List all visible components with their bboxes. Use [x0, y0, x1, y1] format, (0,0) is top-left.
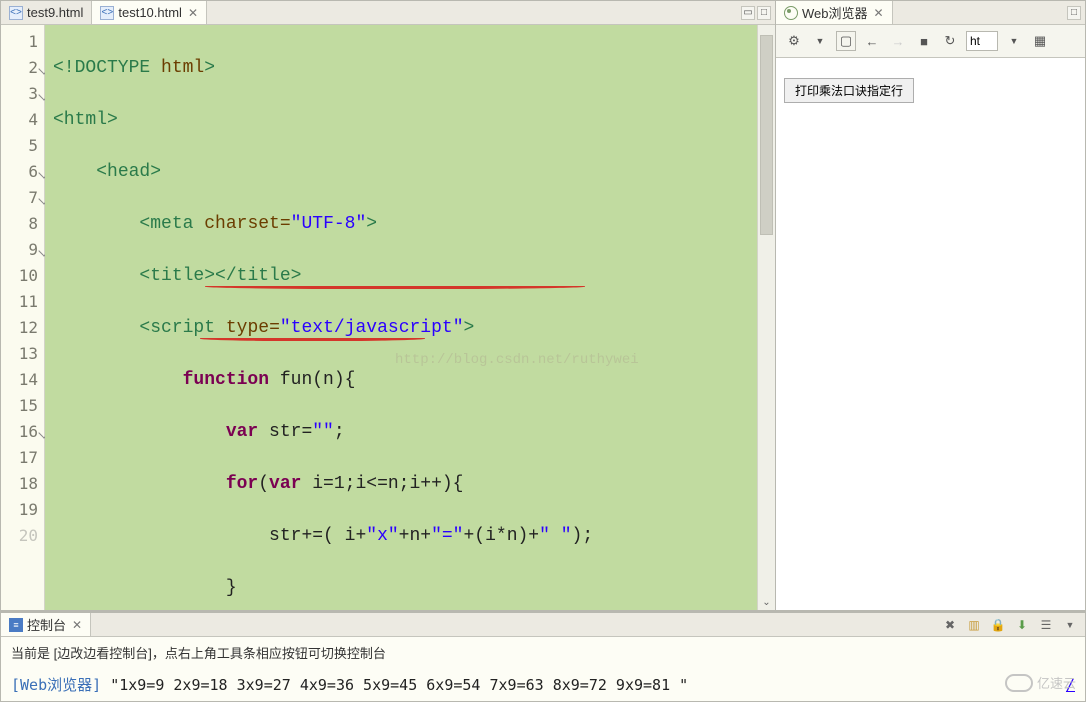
maximize-icon[interactable]: □: [757, 6, 771, 20]
tab-label: test10.html: [118, 5, 182, 20]
cloud-icon: [1005, 674, 1033, 692]
html-file-icon: <>: [100, 6, 114, 20]
editor-body[interactable]: 1234567891011121314151617181920 <!DOCTYP…: [1, 25, 775, 610]
browser-tabbar: Web浏览器 ✕ □: [776, 1, 1085, 25]
editor-pane: <> test9.html <> test10.html ✕ ▭ □ 12345…: [0, 0, 776, 611]
tab-label: test9.html: [27, 5, 83, 20]
pin-icon[interactable]: ⬇: [1013, 616, 1031, 634]
console-hint: 当前是 [边改边看控制台]，点右上角工具条相应按钮可切换控制台: [1, 637, 1085, 668]
editor-tabbar: <> test9.html <> test10.html ✕ ▭ □: [1, 1, 775, 25]
code-area[interactable]: <!DOCTYPE html> <html> <head> <meta char…: [45, 25, 775, 610]
red-underline-1: [205, 283, 585, 289]
print-multiplication-button[interactable]: 打印乘法口诀指定行: [784, 78, 914, 103]
scrollbar-thumb[interactable]: [760, 35, 773, 235]
dropdown-icon[interactable]: ▼: [1004, 31, 1024, 51]
close-icon[interactable]: ✕: [188, 6, 198, 20]
browser-content: 打印乘法口诀指定行: [776, 58, 1085, 610]
back-icon[interactable]: ←: [862, 31, 882, 51]
dropdown-icon[interactable]: ▼: [810, 31, 830, 51]
lock-icon[interactable]: 🔒: [989, 616, 1007, 634]
filter-icon[interactable]: ▥: [965, 616, 983, 634]
console-source: [Web浏览器]: [11, 676, 101, 694]
gear-icon[interactable]: ⚙: [784, 31, 804, 51]
tabbar-controls: ▭ □: [741, 6, 775, 20]
browser-tab[interactable]: Web浏览器 ✕: [776, 1, 893, 24]
console-tab[interactable]: ≡ 控制台 ✕: [1, 613, 91, 636]
menu-icon[interactable]: ▼: [1061, 616, 1079, 634]
maximize-icon[interactable]: □: [1067, 6, 1081, 20]
reload-icon[interactable]: ↻: [940, 31, 960, 51]
red-underline-2: [200, 335, 425, 341]
console-icon: ≡: [9, 618, 23, 632]
browser-tab-label: Web浏览器: [802, 3, 868, 22]
browser-toolbar: ⚙ ▼ ▢ ← → ■ ↻ ▼ ▦: [776, 25, 1085, 58]
url-input[interactable]: [966, 31, 998, 51]
line-gutter: 1234567891011121314151617181920: [1, 25, 45, 610]
forward-icon[interactable]: →: [888, 31, 908, 51]
tab-test9[interactable]: <> test9.html: [1, 1, 92, 24]
site-watermark: 亿速云: [1005, 673, 1076, 692]
close-icon[interactable]: ✕: [72, 618, 82, 632]
clear-icon[interactable]: ✖: [941, 616, 959, 634]
console-pane: ≡ 控制台 ✕ ✖ ▥ 🔒 ⬇ ☰ ▼ 当前是 [边改边看控制台]，点右上角工具…: [0, 611, 1086, 702]
settings-icon[interactable]: ☰: [1037, 616, 1055, 634]
console-tabbar: ≡ 控制台 ✕ ✖ ▥ 🔒 ⬇ ☰ ▼: [1, 613, 1085, 637]
close-icon[interactable]: ✕: [874, 6, 884, 20]
minimize-icon[interactable]: ▭: [741, 6, 755, 20]
html-file-icon: <>: [9, 6, 23, 20]
console-message: "1x9=9 2x9=18 3x9=27 4x9=36 5x9=45 6x9=5…: [110, 676, 688, 694]
console-toolbar: ✖ ▥ 🔒 ⬇ ☰ ▼: [941, 616, 1085, 634]
watermark-text: http://blog.csdn.net/ruthywei: [395, 347, 639, 373]
console-tab-label: 控制台: [27, 615, 66, 634]
stop-icon[interactable]: ■: [914, 31, 934, 51]
tab-test10[interactable]: <> test10.html ✕: [92, 1, 207, 24]
vertical-scrollbar[interactable]: ⌄: [757, 25, 775, 610]
browser-pane: Web浏览器 ✕ □ ⚙ ▼ ▢ ← → ■ ↻ ▼ ▦ 打印乘法口诀指定行: [776, 0, 1086, 611]
scroll-down-icon[interactable]: ⌄: [758, 594, 775, 610]
qr-icon[interactable]: ▦: [1030, 31, 1050, 51]
console-output-row: [Web浏览器] "1x9=9 2x9=18 3x9=27 4x9=36 5x9…: [1, 668, 1085, 701]
logo-text: 亿速云: [1037, 673, 1076, 692]
console-toggle-icon[interactable]: ▢: [836, 31, 856, 51]
globe-icon: [784, 6, 798, 20]
